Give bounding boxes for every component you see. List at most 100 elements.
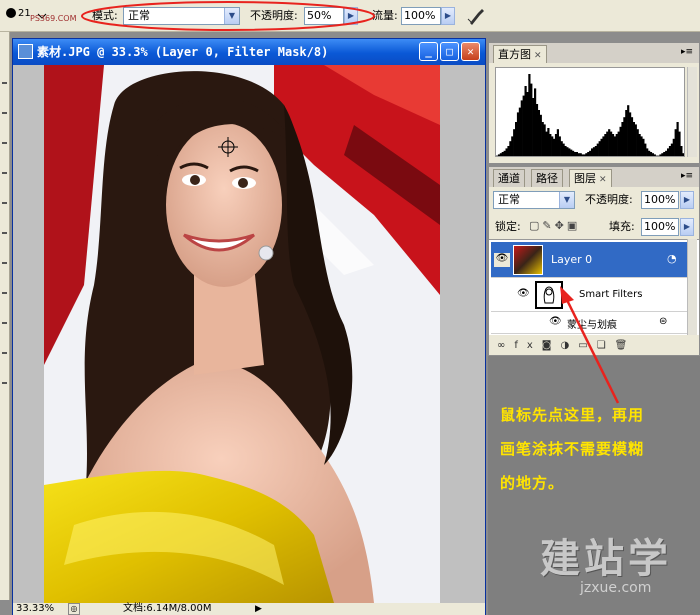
histogram-bar: [657, 155, 660, 156]
histogram-bar: [501, 152, 504, 156]
histogram-bar: [608, 129, 611, 156]
fx-icon[interactable]: fx: [514, 340, 541, 351]
histogram-bar: [630, 117, 634, 156]
tab-histogram[interactable]: 直方图 ✕: [493, 45, 547, 63]
filter-options-icon[interactable]: ⊜: [659, 316, 667, 327]
histogram-bar: [560, 141, 563, 156]
histogram-bar: [629, 112, 632, 156]
histogram-bar: [610, 131, 613, 156]
histogram-bar: [623, 117, 626, 156]
zoom-level[interactable]: 33.33%: [16, 603, 54, 615]
layers-scrollbar[interactable]: [687, 239, 697, 335]
tab-paths[interactable]: 路径: [531, 169, 563, 187]
histogram-bar: [575, 152, 578, 156]
blend-mode-value: 正常: [498, 193, 520, 206]
histogram-bar: [499, 153, 502, 156]
layer-name[interactable]: Layer 0: [551, 253, 592, 266]
histogram-bar: [591, 148, 594, 156]
histogram-bar: [507, 146, 510, 156]
histogram-bar: [661, 153, 664, 156]
layer-opacity-input[interactable]: 100%: [641, 191, 679, 209]
histogram-bar: [532, 98, 535, 156]
histogram-bar: [516, 112, 520, 156]
histogram-bar: [613, 136, 616, 156]
histogram-bar: [553, 138, 556, 156]
histogram-bar: [547, 128, 550, 156]
site-watermark: PS369.COM: [30, 14, 77, 23]
histogram-bar: [541, 122, 544, 156]
histogram-bar: [615, 134, 618, 156]
histogram-bar: [520, 100, 523, 156]
close-icon[interactable]: ✕: [599, 175, 607, 185]
histogram-bar: [621, 122, 624, 156]
watermark-text: 建站学: [540, 536, 672, 582]
options-bar: 21 PS369.COM 模式: 正常 ▼ 不透明度: 50% ▶ 流量: 10…: [0, 0, 700, 32]
histogram-bar: [543, 124, 546, 156]
flow-input[interactable]: 100%: [401, 7, 441, 25]
panel-menu-icon[interactable]: ▸≡: [681, 47, 693, 57]
histogram-bar: [646, 148, 649, 156]
tab-layers[interactable]: 图层 ✕: [569, 169, 612, 187]
histogram-bar: [539, 114, 542, 156]
histogram-bar: [573, 152, 577, 156]
eye-icon[interactable]: 👁: [494, 253, 510, 267]
histogram-graph: [495, 67, 685, 157]
status-menu-icon[interactable]: ◎: [68, 603, 80, 615]
histogram-bar: [503, 150, 506, 156]
histogram-bar: [668, 146, 672, 156]
histogram-bar: [562, 143, 565, 156]
panel-menu-icon[interactable]: ▸≡: [681, 171, 693, 181]
histogram-bar: [632, 122, 635, 156]
airbrush-icon[interactable]: [466, 5, 488, 27]
histogram-bar: [667, 148, 670, 156]
histogram-bar: [558, 136, 561, 156]
histogram-bar: [530, 83, 533, 156]
histogram-bar: [522, 95, 525, 156]
layer-opacity-label: 不透明度:: [585, 193, 633, 206]
maximize-button[interactable]: □: [440, 42, 459, 61]
histogram-bar: [636, 129, 639, 156]
highlight-ellipse: [81, 1, 375, 31]
fill-input[interactable]: 100%: [641, 218, 679, 236]
histogram-bar: [509, 141, 512, 156]
annotation-line-2: 画笔涂抹不需要模糊: [500, 440, 645, 458]
histogram-bar: [587, 152, 590, 156]
pointer-arrow: [560, 286, 620, 404]
minimize-button[interactable]: _: [419, 42, 438, 61]
document-window: 素材.JPG @ 33.3% (Layer 0, Filter Mask/8) …: [12, 38, 486, 615]
annotation-line-1: 鼠标先点这里，再用: [500, 406, 645, 424]
histogram-bar: [672, 138, 675, 156]
flow-slider-button[interactable]: ▶: [441, 7, 455, 25]
histogram-bar: [676, 122, 679, 156]
tab-channels[interactable]: 通道: [493, 169, 525, 187]
fill-slider-button[interactable]: ▶: [680, 218, 694, 236]
link-layers-icon[interactable]: ∞: [497, 340, 514, 351]
lock-icons[interactable]: ▢✎✥▣: [529, 219, 580, 232]
status-arrow-icon[interactable]: ▶: [255, 603, 262, 615]
document-title-bar[interactable]: 素材.JPG @ 33.3% (Layer 0, Filter Mask/8) …: [13, 39, 485, 65]
photo-canvas[interactable]: [44, 65, 440, 603]
blend-mode-select[interactable]: 正常 ▼: [493, 191, 575, 209]
histogram-bar: [670, 143, 673, 156]
histogram-bar: [640, 136, 643, 156]
histogram-bar: [528, 74, 531, 156]
fill-label: 填充:: [609, 220, 635, 233]
histogram-bar: [659, 154, 662, 156]
close-button[interactable]: ✕: [461, 42, 480, 61]
histogram-bar: [644, 143, 647, 156]
histogram-tab-row: 直方图 ✕ ▸≡: [489, 43, 699, 63]
histogram-bar: [581, 154, 584, 156]
histogram-bar: [511, 136, 514, 156]
histogram-bar: [642, 138, 645, 156]
eye-icon[interactable]: 👁: [517, 288, 530, 299]
layer-opacity-slider-button[interactable]: ▶: [680, 191, 694, 209]
histogram-panel: 直方图 ✕ ▸≡: [488, 42, 700, 164]
histogram-bar: [653, 154, 656, 156]
annotation-line-3: 的地方。: [500, 474, 565, 492]
layer-row-layer0[interactable]: 👁 Layer 0 ◔: [491, 242, 697, 278]
toolbox-strip[interactable]: [0, 32, 10, 600]
close-icon[interactable]: ✕: [534, 51, 542, 61]
histogram-scrollbar[interactable]: [687, 67, 697, 157]
canvas-area[interactable]: [13, 65, 485, 603]
histogram-bar: [497, 154, 501, 156]
